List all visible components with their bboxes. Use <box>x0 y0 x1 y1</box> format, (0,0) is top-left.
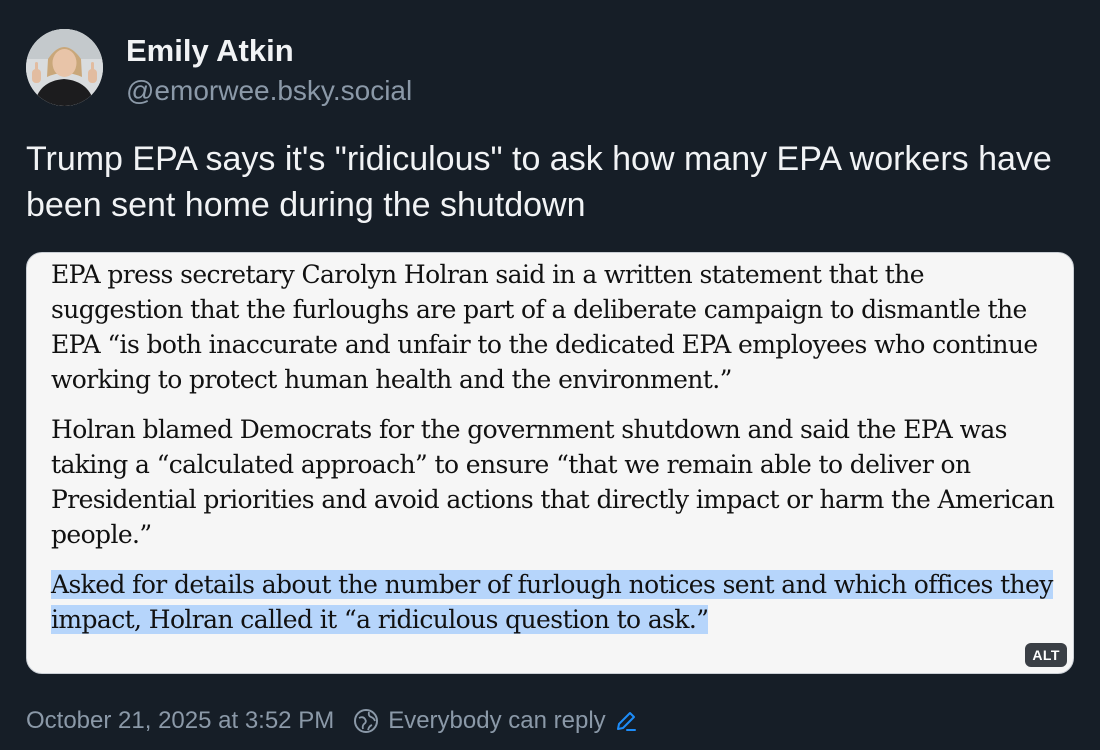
post-text: Trump EPA says it's "ridiculous" to ask … <box>26 140 1052 224</box>
reply-setting[interactable]: Everybody can reply <box>388 707 605 735</box>
author-display-name[interactable]: Emily Atkin <box>126 33 294 69</box>
highlighted-text: Asked for details about the number of fu… <box>51 570 1053 634</box>
avatar-image <box>26 29 103 106</box>
pencil-icon[interactable] <box>614 709 638 733</box>
post-meta: October 21, 2025 at 3:52 PM Everybody ca… <box>26 704 638 738</box>
avatar[interactable] <box>26 29 103 106</box>
article-paragraph-highlighted: Asked for details about the number of fu… <box>51 567 1061 637</box>
article-paragraph: EPA press secretary Carolyn Holran said … <box>51 260 1038 394</box>
alt-text-badge[interactable]: ALT <box>1025 643 1067 667</box>
article-screenshot-text: EPA press secretary Carolyn Holran said … <box>51 257 1061 652</box>
article-paragraph: Holran blamed Democrats for the governme… <box>51 415 1055 549</box>
embedded-image[interactable]: EPA press secretary Carolyn Holran said … <box>26 252 1074 674</box>
post-card: Emily Atkin @emorwee.bsky.social Trump E… <box>0 0 1100 750</box>
post-timestamp[interactable]: October 21, 2025 at 3:52 PM <box>26 707 334 735</box>
author-handle[interactable]: @emorwee.bsky.social <box>126 74 412 108</box>
globe-reply-icon <box>352 707 380 735</box>
